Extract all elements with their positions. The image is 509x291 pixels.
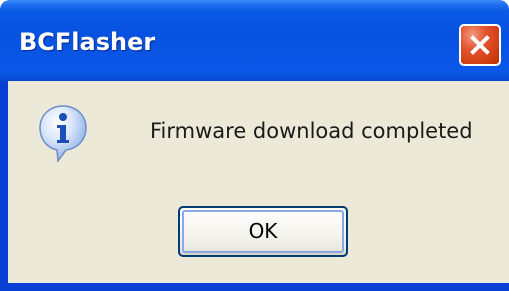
message-dialog-window: BCFlasher Firmware download completed OK bbox=[0, 0, 509, 291]
ok-button[interactable]: OK bbox=[178, 206, 348, 257]
ok-button-label: OK bbox=[248, 219, 278, 243]
close-button[interactable] bbox=[459, 24, 501, 66]
information-icon bbox=[39, 105, 87, 164]
title-bar[interactable]: BCFlasher bbox=[0, 0, 509, 81]
dialog-message: Firmware download completed bbox=[150, 119, 473, 143]
window-title: BCFlasher bbox=[19, 28, 156, 56]
close-icon bbox=[470, 35, 490, 55]
dialog-body: Firmware download completed OK bbox=[8, 81, 509, 283]
